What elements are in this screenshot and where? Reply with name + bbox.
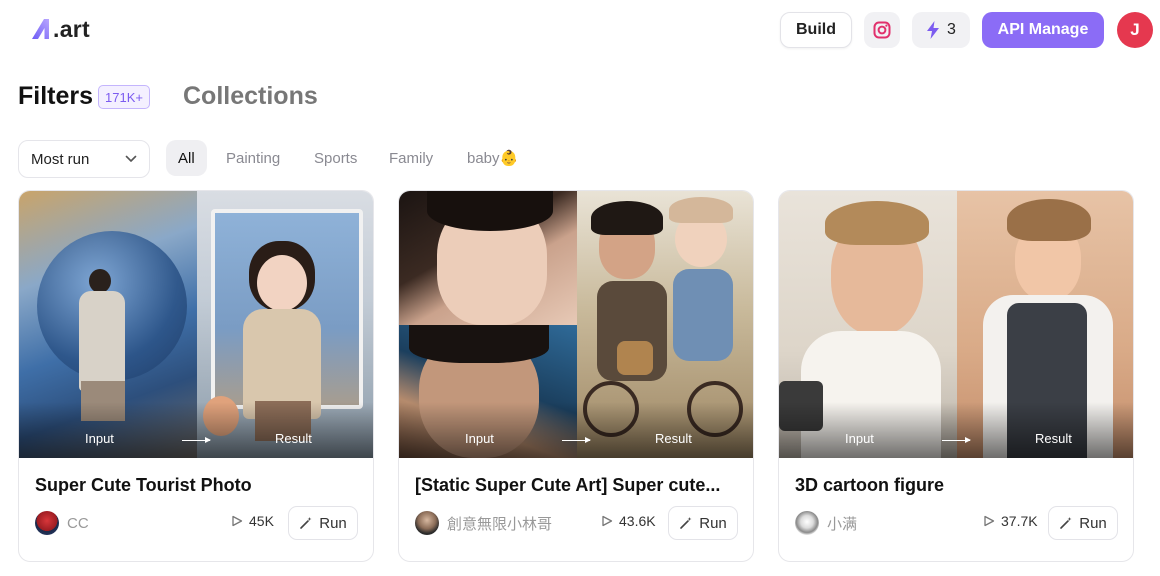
arrow-right-icon [942, 437, 971, 443]
build-button[interactable]: Build [780, 12, 852, 48]
tab-filters[interactable]: Filters [18, 82, 93, 111]
card-title[interactable]: 3D cartoon figure [795, 475, 1121, 496]
run-count-value: 45K [249, 513, 274, 529]
author-avatar [35, 511, 59, 535]
card-author[interactable]: CC [35, 511, 89, 535]
magic-wand-icon [1060, 517, 1072, 529]
user-avatar[interactable]: J [1117, 12, 1153, 48]
magic-wand-icon [680, 517, 692, 529]
run-count: 37.7K [983, 513, 1038, 529]
run-count-value: 37.7K [1001, 513, 1038, 529]
card-title[interactable]: [Static Super Cute Art] Super cute... [415, 475, 741, 496]
run-button-label: Run [319, 514, 347, 532]
card-preview-image[interactable]: Input Result [779, 191, 1133, 458]
filter-card[interactable]: Input Result Super Cute Tourist Photo CC… [18, 190, 374, 562]
category-chip-all[interactable]: All [166, 140, 207, 176]
input-label: Input [85, 431, 114, 446]
logo-text: .art [53, 15, 90, 42]
filter-card[interactable]: Input Result [Static Super Cute Art] Sup… [398, 190, 754, 562]
play-icon [984, 515, 995, 527]
input-label: Input [845, 431, 874, 446]
credits-count: 3 [947, 21, 956, 38]
card-preview-image[interactable]: Input Result [399, 191, 753, 458]
run-button[interactable]: Run [668, 506, 738, 540]
run-button-label: Run [699, 514, 727, 532]
chevron-down-icon [125, 155, 137, 162]
result-label: Result [655, 431, 692, 446]
card-author[interactable]: 創意無限小林哥 [415, 511, 552, 535]
sort-select[interactable]: Most run [18, 140, 150, 178]
author-name: 小满 [827, 514, 858, 533]
run-count: 45K [231, 513, 274, 529]
lightning-icon [927, 21, 940, 39]
run-button[interactable]: Run [1048, 506, 1118, 540]
run-count: 43.6K [601, 513, 656, 529]
card-title[interactable]: Super Cute Tourist Photo [35, 475, 361, 496]
category-chip-family[interactable]: Family [389, 140, 433, 176]
card-preview-image[interactable]: Input Result [19, 191, 373, 458]
run-count-value: 43.6K [619, 513, 656, 529]
run-button-label: Run [1079, 514, 1107, 532]
run-button[interactable]: Run [288, 506, 358, 540]
author-name: CC [67, 514, 89, 532]
credits-button[interactable]: 3 [912, 12, 970, 48]
category-chip-sports[interactable]: Sports [314, 140, 357, 176]
instagram-button[interactable] [864, 12, 900, 48]
tab-collections[interactable]: Collections [183, 82, 318, 111]
result-label: Result [1035, 431, 1072, 446]
category-chip-baby[interactable]: baby👶 [467, 140, 518, 176]
arrow-right-icon [182, 437, 211, 443]
card-author[interactable]: 小满 [795, 511, 857, 535]
category-chip-painting[interactable]: Painting [226, 140, 280, 176]
input-label: Input [465, 431, 494, 446]
author-name: 創意無限小林哥 [447, 514, 553, 533]
filters-count-badge: 171K+ [98, 85, 150, 109]
api-manage-button[interactable]: API Manage [982, 12, 1104, 48]
input-image-top [399, 191, 577, 325]
play-icon [602, 515, 613, 527]
arrow-right-icon [562, 437, 591, 443]
play-icon [232, 515, 243, 527]
filter-card[interactable]: Input Result 3D cartoon figure 小满 37.7K … [778, 190, 1134, 562]
sort-select-value: Most run [31, 150, 90, 168]
magic-wand-icon [300, 517, 312, 529]
author-avatar [795, 511, 819, 535]
author-avatar [415, 511, 439, 535]
result-label: Result [275, 431, 312, 446]
logo[interactable]: .art [30, 14, 90, 44]
logo-mark-icon [32, 19, 49, 39]
instagram-icon [873, 21, 891, 39]
